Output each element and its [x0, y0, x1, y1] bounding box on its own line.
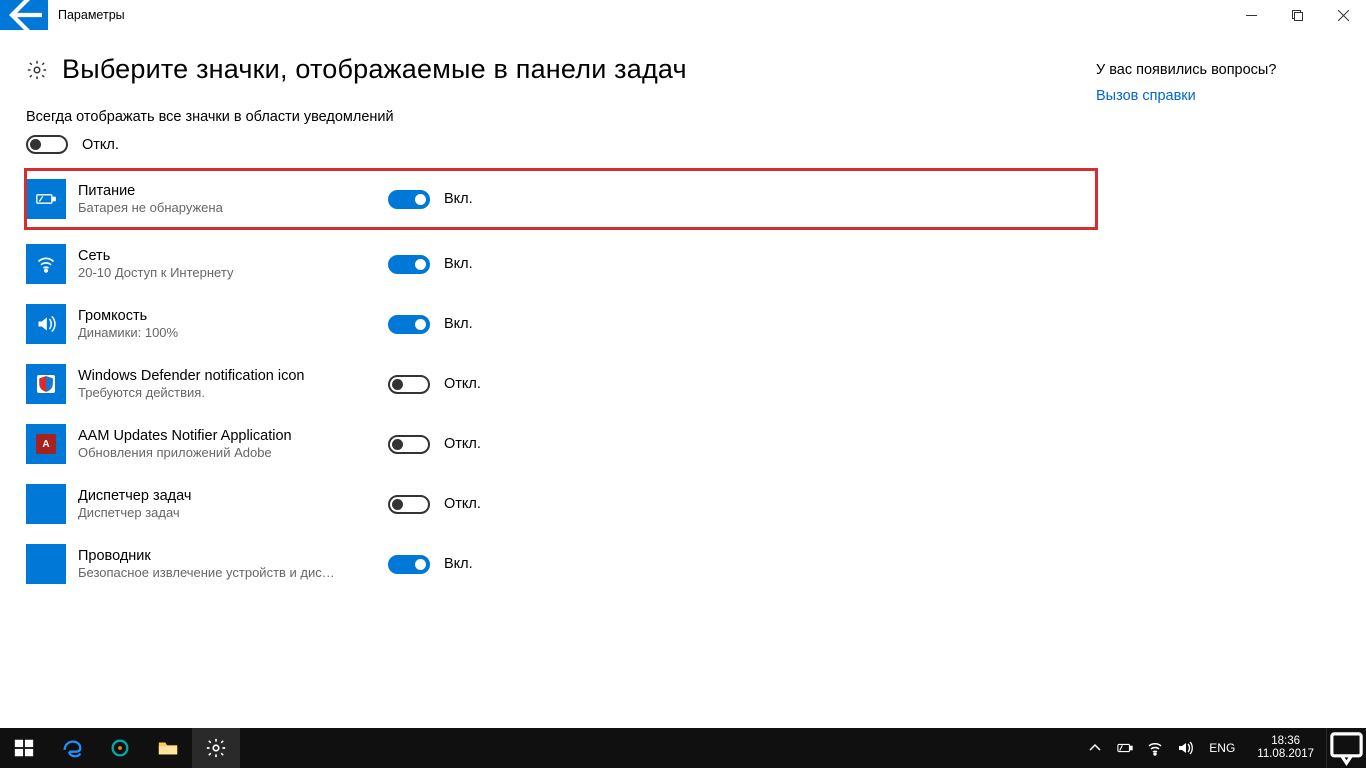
- chevron-up-icon: [1087, 740, 1103, 756]
- tray-language[interactable]: ENG: [1205, 741, 1239, 755]
- item-subtitle: Динамики: 100%: [78, 325, 378, 341]
- minimize-button[interactable]: [1228, 0, 1274, 30]
- tray-battery[interactable]: [1115, 728, 1135, 768]
- volume-icon: [1177, 740, 1193, 756]
- item-subtitle: 20-10 Доступ к Интернету: [78, 265, 378, 281]
- gear-icon: [26, 59, 48, 81]
- window-title: Параметры: [48, 0, 1228, 30]
- start-button[interactable]: [0, 728, 48, 768]
- maximize-button[interactable]: [1274, 0, 1320, 30]
- wifi-icon: [1147, 740, 1163, 756]
- icon-setting-row: Сеть20-10 Доступ к Интернету Вкл.: [26, 240, 1096, 288]
- windows-icon: [13, 737, 35, 759]
- item-toggle-state: Вкл.: [444, 256, 473, 272]
- icon-setting-row: A AAM Updates Notifier ApplicationОбновле…: [26, 420, 1096, 468]
- item-toggle[interactable]: [388, 375, 430, 394]
- icon-setting-row: ГромкостьДинамики: 100% Вкл.: [26, 300, 1096, 348]
- taskbar-app1[interactable]: [96, 728, 144, 768]
- item-title: Диспетчер задач: [78, 487, 388, 505]
- taskbar-settings[interactable]: [192, 728, 240, 768]
- tray-date: 11.08.2017: [1257, 748, 1314, 761]
- item-title: Питание: [78, 182, 388, 200]
- tray-time: 18:36: [1257, 735, 1314, 748]
- item-title: Проводник: [78, 547, 388, 565]
- item-toggle[interactable]: [388, 255, 430, 274]
- close-button[interactable]: [1320, 0, 1366, 30]
- page-title: Выберите значки, отображаемые в панели з…: [62, 54, 687, 85]
- wifi-icon: [26, 244, 66, 284]
- window-controls: [1228, 0, 1366, 30]
- item-title: Сеть: [78, 247, 388, 265]
- taskbar-explorer[interactable]: [144, 728, 192, 768]
- item-toggle-state: Вкл.: [444, 316, 473, 332]
- system-tray: ENG 18:36 11.08.2017: [1081, 728, 1326, 768]
- item-title: Громкость: [78, 307, 388, 325]
- item-subtitle: Требуются действия.: [78, 385, 378, 401]
- item-toggle-state: Откл.: [444, 376, 481, 392]
- item-title: AAM Updates Notifier Application: [78, 427, 388, 445]
- item-toggle-state: Вкл.: [444, 556, 473, 572]
- battery-icon: [26, 179, 66, 219]
- adobe-icon: A: [26, 424, 66, 464]
- action-center[interactable]: [1326, 728, 1366, 768]
- battery-icon: [1117, 740, 1133, 756]
- item-toggle-state: Откл.: [444, 436, 481, 452]
- edge-icon: [61, 737, 83, 759]
- item-toggle[interactable]: [388, 435, 430, 454]
- gear-icon: [205, 737, 227, 759]
- tray-wifi[interactable]: [1145, 728, 1165, 768]
- folder-icon: [157, 737, 179, 759]
- master-toggle-state: Откл.: [82, 137, 119, 153]
- back-button[interactable]: [0, 0, 48, 30]
- tray-clock[interactable]: 18:36 11.08.2017: [1249, 735, 1322, 761]
- item-subtitle: Безопасное извлечение устройств и дис…: [78, 565, 378, 581]
- tray-volume[interactable]: [1175, 728, 1195, 768]
- icon-setting-row: ПитаниеБатарея не обнаружена Вкл.: [26, 170, 1096, 228]
- item-subtitle: Батарея не обнаружена: [78, 200, 378, 216]
- icon-setting-row: Windows Defender notification iconТребую…: [26, 360, 1096, 408]
- item-subtitle: Обновления приложений Adobe: [78, 445, 378, 461]
- item-toggle[interactable]: [388, 555, 430, 574]
- defender-icon: [26, 364, 66, 404]
- taskbar-edge[interactable]: [48, 728, 96, 768]
- master-toggle[interactable]: [26, 135, 68, 154]
- help-heading: У вас появились вопросы?: [1096, 62, 1276, 78]
- item-toggle-state: Вкл.: [444, 191, 473, 207]
- notification-icon: [1327, 729, 1366, 768]
- icon-setting-row: Диспетчер задачДиспетчер задач Откл.: [26, 480, 1096, 528]
- item-toggle-state: Откл.: [444, 496, 481, 512]
- blank-icon: [26, 544, 66, 584]
- item-toggle[interactable]: [388, 190, 430, 209]
- item-title: Windows Defender notification icon: [78, 367, 388, 385]
- volume-icon: [26, 304, 66, 344]
- item-toggle[interactable]: [388, 315, 430, 334]
- page-heading-row: Выберите значки, отображаемые в панели з…: [26, 54, 1096, 85]
- help-link[interactable]: Вызов справки: [1096, 88, 1276, 104]
- tray-chevron[interactable]: [1085, 728, 1105, 768]
- icon-setting-row: ПроводникБезопасное извлечение устройств…: [26, 540, 1096, 588]
- back-arrow-icon: [0, 0, 48, 39]
- always-show-label: Всегда отображать все значки в области у…: [26, 109, 1096, 125]
- taskbar: ENG 18:36 11.08.2017: [0, 728, 1366, 768]
- blank-icon: [26, 484, 66, 524]
- titlebar: Параметры: [0, 0, 1366, 30]
- item-toggle[interactable]: [388, 495, 430, 514]
- app-icon: [109, 737, 131, 759]
- item-subtitle: Диспетчер задач: [78, 505, 378, 521]
